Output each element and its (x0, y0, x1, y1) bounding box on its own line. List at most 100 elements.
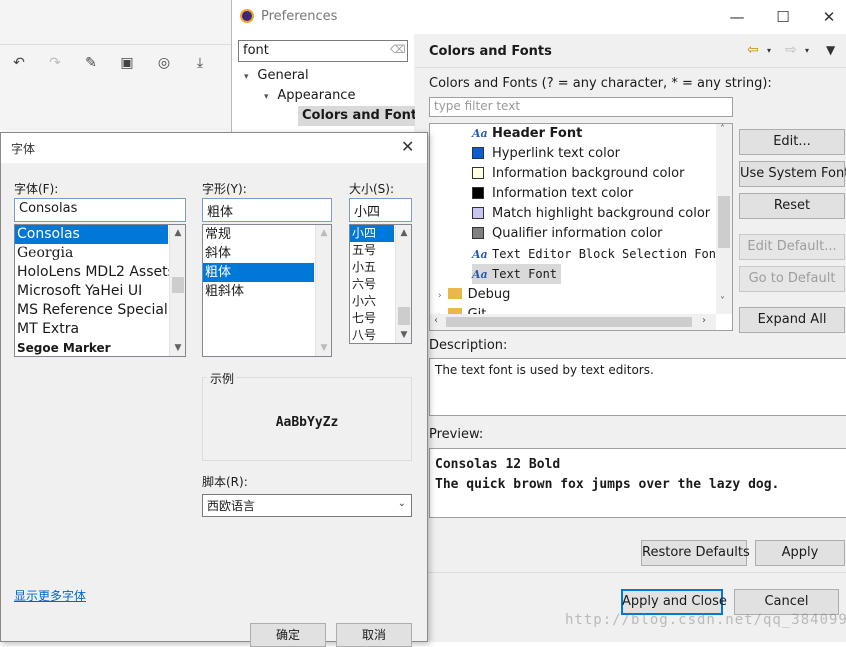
tree-item-general[interactable]: ▾ General (244, 66, 309, 86)
save-icon[interactable]: ▣ (118, 54, 136, 72)
style-list-item[interactable]: 斜体 (203, 244, 331, 263)
preview-line-1: Consolas 12 Bold (435, 457, 561, 472)
scroll-left-icon[interactable]: ‹ (434, 315, 438, 326)
tree-item-debug[interactable]: › Debug (438, 285, 510, 305)
font-style-list[interactable]: 常规 斜体 粗体 粗斜体 ▲ ▼ (202, 224, 332, 357)
font-list-item[interactable]: HoloLens MDL2 Assets (15, 263, 185, 282)
style-list-scrollbar[interactable]: ▲ ▼ (315, 225, 331, 356)
font-name-input[interactable]: Consolas (14, 198, 186, 222)
globe-icon[interactable]: ◎ (155, 54, 173, 72)
scroll-thumb[interactable] (398, 307, 410, 325)
edit-default-button[interactable]: Edit Default... (739, 234, 845, 260)
font-list-item[interactable]: Consolas (15, 225, 168, 244)
tree-item-qualifier-color[interactable]: Qualifier information color (472, 224, 663, 244)
color-swatch-icon (472, 227, 484, 239)
scroll-down-icon[interactable]: ˅ (720, 296, 725, 307)
scroll-up-icon[interactable]: ▲ (396, 225, 411, 241)
font-icon: Aa (472, 127, 488, 140)
description-text: The text font is used by text editors. (429, 358, 846, 416)
color-swatch-icon (472, 147, 484, 159)
chevron-down-icon: ▾ (264, 92, 272, 102)
scroll-thumb[interactable] (718, 196, 730, 248)
restore-defaults-button[interactable]: Restore Defaults (641, 540, 750, 566)
preview-line-2: The quick brown fox jumps over the lazy … (435, 477, 780, 492)
vertical-scrollbar[interactable]: ˄ ˅ (716, 124, 732, 314)
ok-button[interactable]: 确定 (250, 623, 326, 647)
style-label: 字形(Y): (202, 182, 247, 196)
undo-icon[interactable]: ↶ (10, 54, 28, 72)
download-icon[interactable]: ⤓ (191, 54, 209, 72)
scroll-up-icon[interactable]: ˄ (720, 124, 725, 135)
colors-and-fonts-page: Colors and Fonts ⇦ ▾ ⇨ ▾ ▼ Colors and Fo… (415, 34, 846, 642)
close-icon[interactable]: ✕ (818, 6, 840, 28)
filter-input[interactable]: type filter text (429, 97, 733, 117)
style-list-item[interactable]: 粗斜体 (203, 282, 331, 301)
font-list-item[interactable]: Segoe Marker (15, 339, 185, 356)
scroll-right-icon[interactable]: › (702, 315, 706, 326)
edit-button[interactable]: Edit... (739, 129, 845, 155)
scroll-down-icon[interactable]: ▼ (396, 327, 411, 343)
font-list-scrollbar[interactable]: ▲ ▼ (169, 225, 185, 356)
style-list-item[interactable]: 常规 (203, 225, 331, 244)
preferences-tree-panel: font ⌫ ▾ General ▾ Appearance Colors and… (232, 34, 429, 134)
horizontal-scrollbar[interactable]: ‹ › (430, 314, 716, 330)
back-dropdown-icon[interactable]: ▾ (767, 46, 771, 55)
font-cancel-button[interactable]: 取消 (336, 623, 412, 647)
redo-icon[interactable]: ↷ (46, 54, 64, 72)
go-to-default-button[interactable]: Go to Default (739, 266, 845, 292)
tree-item-appearance[interactable]: ▾ Appearance (264, 86, 355, 106)
scroll-up-icon[interactable]: ▲ (316, 225, 331, 241)
watermark: http://blog.csdn.net/qq_38409944 (565, 612, 846, 628)
tree-item-text-font[interactable]: Aa Text Font (472, 264, 562, 284)
sample-label: 示例 (207, 370, 238, 387)
font-list-item[interactable]: MS Reference Specialty (15, 301, 168, 320)
close-icon[interactable]: ✕ (401, 137, 414, 156)
scroll-down-icon[interactable]: ▼ (316, 340, 331, 356)
scroll-up-icon[interactable]: ▲ (170, 225, 185, 241)
use-system-font-button[interactable]: Use System Font (739, 161, 846, 187)
pen-icon[interactable]: ✎ (82, 54, 100, 72)
description-label: Description: (429, 338, 508, 353)
font-list-item[interactable]: MT Extra (15, 320, 185, 339)
font-icon: Aa (472, 268, 488, 281)
tree-item-info-text-color[interactable]: Information text color (472, 184, 633, 204)
tree-item-colors-and-fonts[interactable]: Colors and Fonts (298, 106, 429, 126)
expand-all-button[interactable]: Expand All (739, 307, 845, 333)
scroll-thumb[interactable] (172, 277, 184, 293)
forward-dropdown-icon[interactable]: ▾ (805, 46, 809, 55)
font-list-item[interactable]: Microsoft YaHei UI (15, 282, 185, 301)
size-list-item[interactable]: 小四 (350, 225, 394, 242)
font-dialog-title: 字体 (11, 142, 36, 156)
minimize-icon[interactable]: — (726, 6, 748, 28)
preview-label: Preview: (429, 427, 484, 442)
tree-item-header-font[interactable]: Aa Header Font (472, 124, 582, 144)
scroll-thumb[interactable] (446, 317, 692, 327)
font-size-list[interactable]: 小四 五号 小五 六号 小六 七号 八号 ▲ ▼ (349, 224, 412, 344)
scroll-down-icon[interactable]: ▼ (170, 340, 185, 356)
tree-item-info-bg-color[interactable]: Information background color (472, 164, 684, 184)
forward-arrow-icon[interactable]: ⇨ (785, 42, 797, 58)
colors-fonts-tree[interactable]: Aa Header Font Hyperlink text color Infor… (429, 123, 733, 331)
font-dialog-titlebar: 字体 ✕ (1, 133, 427, 163)
font-list[interactable]: Consolas Georgia HoloLens MDL2 Assets Mi… (14, 224, 186, 357)
back-arrow-icon[interactable]: ⇦ (747, 42, 759, 58)
search-input[interactable]: font (238, 40, 408, 62)
apply-button[interactable]: Apply (755, 540, 845, 566)
view-menu-icon[interactable]: ▼ (826, 43, 835, 57)
font-size-input[interactable]: 小四 (349, 198, 412, 222)
tree-item-hyperlink-color[interactable]: Hyperlink text color (472, 144, 620, 164)
tree-item-block-selection-font[interactable]: Aa Text Editor Block Selection Font (472, 244, 723, 264)
font-style-input[interactable]: 粗体 (202, 198, 332, 222)
clear-search-icon[interactable]: ⌫ (390, 43, 406, 56)
script-select[interactable]: 西欧语言 ⌄ (202, 494, 412, 517)
reset-button[interactable]: Reset (739, 193, 845, 219)
size-label: 大小(S): (349, 182, 395, 196)
eclipse-logo-icon (240, 9, 254, 23)
maximize-icon[interactable]: ☐ (772, 6, 794, 28)
script-label: 脚本(R): (202, 475, 248, 489)
font-list-item[interactable]: Georgia (15, 244, 185, 263)
show-more-fonts-link[interactable]: 显示更多字体 (14, 587, 86, 604)
style-list-item[interactable]: 粗体 (203, 263, 314, 282)
tree-item-match-highlight-color[interactable]: Match highlight background color (472, 204, 710, 224)
size-list-scrollbar[interactable]: ▲ ▼ (395, 225, 411, 343)
